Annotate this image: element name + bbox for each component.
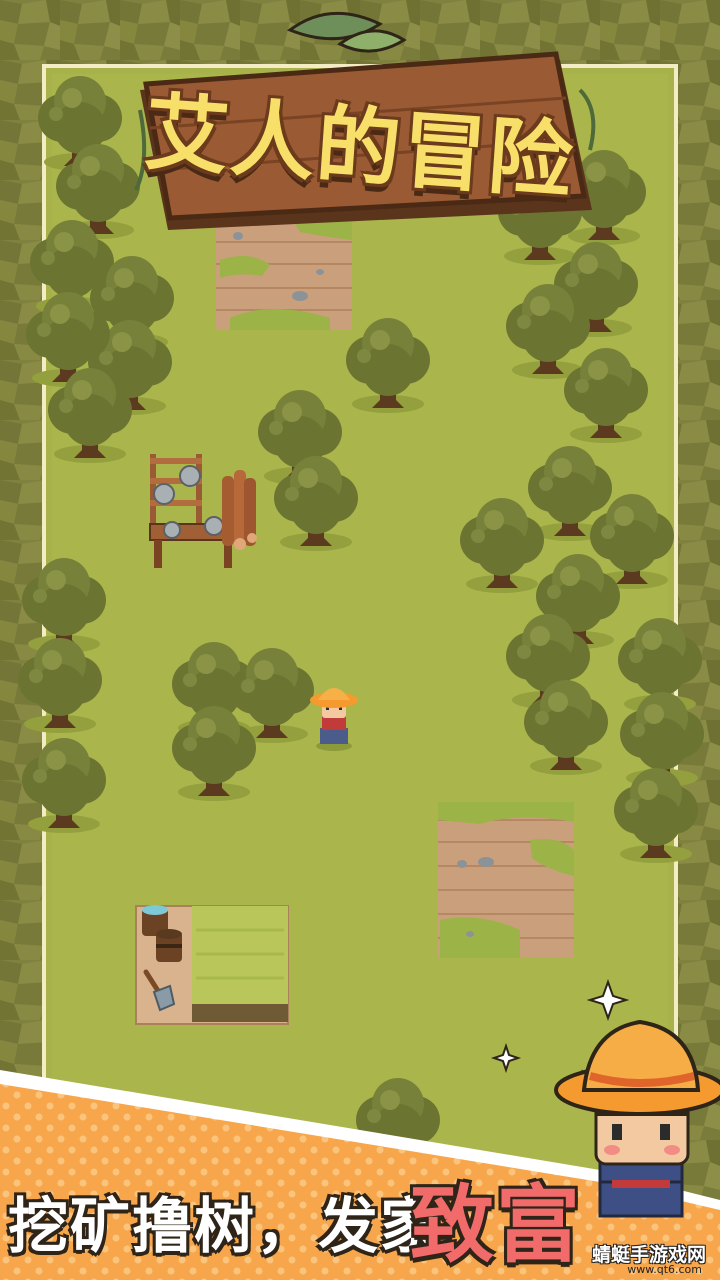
watermark: 蜻蜓手游戏网 www.qt6.com <box>560 1238 720 1280</box>
promo-slogan: 挖矿撸树，发家 致富 <box>0 1170 600 1274</box>
game-title-text: 艾人的冒险 <box>141 83 578 211</box>
log-pile-icon[interactable] <box>222 470 257 550</box>
dirt-plot-bottom[interactable] <box>438 802 574 958</box>
watermark-url: www.qt6.com <box>627 1263 702 1276</box>
slogan-accent-text: 致富 <box>410 1176 583 1274</box>
game-title: 艾人的冒险 <box>120 20 600 230</box>
slogan-main-text: 挖矿撸树，发家 <box>8 1192 442 1262</box>
